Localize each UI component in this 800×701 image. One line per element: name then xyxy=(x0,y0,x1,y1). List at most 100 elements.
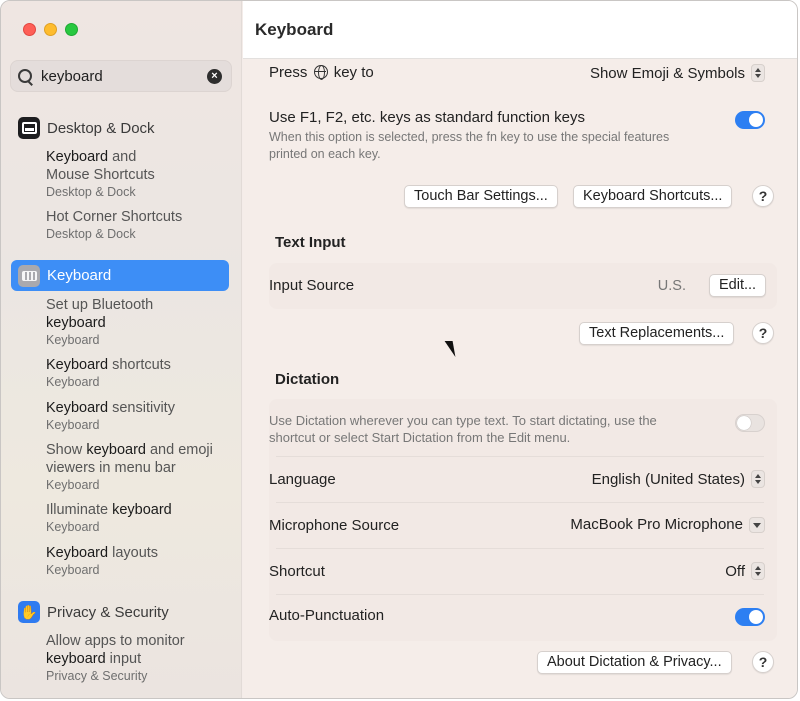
search-field[interactable]: keyboard × xyxy=(10,60,232,92)
page-title: Keyboard xyxy=(255,20,334,39)
dictation-description: Use Dictation wherever you can type text… xyxy=(269,413,657,428)
text-input-heading: Text Input xyxy=(275,234,346,251)
result-highlight: Keyboard xyxy=(46,400,109,416)
language-label: Language xyxy=(269,471,336,488)
keyboard-shortcuts-button[interactable]: Keyboard Shortcuts... xyxy=(573,185,733,208)
keyboard-help-button[interactable]: ? xyxy=(752,185,774,207)
result-subtitle: Desktop & Dock xyxy=(46,227,136,241)
divider xyxy=(276,548,764,549)
window-controls xyxy=(23,23,78,36)
dictation-toggle[interactable] xyxy=(735,414,765,432)
chevron-down-icon xyxy=(749,516,765,533)
result-text: and xyxy=(108,149,137,165)
search-icon xyxy=(18,69,34,85)
input-source-label: Input Source xyxy=(269,277,355,294)
text-replacements-button[interactable]: Text Replacements... xyxy=(579,322,735,345)
press-key-label: Press key to xyxy=(269,64,374,81)
result-highlight: keyboard xyxy=(46,651,106,667)
sidebar-result-hot-corner-shortcuts[interactable]: Hot Corner Shortcuts Desktop & Dock xyxy=(46,208,231,242)
sidebar-result-keyboard-shortcuts[interactable]: Keyboard shortcuts Keyboard xyxy=(46,356,231,390)
result-text: layouts xyxy=(108,545,159,561)
shortcut-value: Off xyxy=(725,562,745,580)
result-subtitle: Keyboard xyxy=(46,520,100,534)
result-subtitle: Keyboard xyxy=(46,478,100,492)
sidebar-result-show-keyboard-emoji-viewers[interactable]: Show keyboard and emoji viewers in menu … xyxy=(46,441,231,493)
up-down-chevron-icon xyxy=(751,562,765,580)
result-highlight: Keyboard xyxy=(46,545,109,561)
press-key-popup[interactable]: Show Emoji & Symbols xyxy=(590,64,765,82)
main-pane: Keyboard Press key to Show Emoji & Symbo… xyxy=(243,1,797,698)
touch-bar-settings-button[interactable]: Touch Bar Settings... xyxy=(404,185,558,208)
result-text-line2: Mouse Shortcuts xyxy=(46,167,155,183)
dictation-heading: Dictation xyxy=(275,371,340,388)
result-highlight: keyboard xyxy=(46,315,106,331)
hand-icon: ✋ xyxy=(18,601,40,623)
zoom-window-button[interactable] xyxy=(65,23,78,36)
sidebar-item-keyboard[interactable]: Keyboard xyxy=(11,260,229,291)
sidebar-result-keyboard-layouts[interactable]: Keyboard layouts Keyboard xyxy=(46,544,231,578)
microphone-row: Microphone Source MacBook Pro Microphone xyxy=(269,516,765,537)
divider xyxy=(276,502,764,503)
sidebar-section-label: Privacy & Security xyxy=(47,603,169,621)
dock-icon xyxy=(18,117,40,139)
result-subtitle: Privacy & Security xyxy=(46,669,148,683)
result-text: and emoji xyxy=(145,442,213,458)
globe-icon xyxy=(313,65,328,80)
result-highlight: keyboard xyxy=(112,502,172,518)
sidebar-result-illuminate-keyboard[interactable]: Illuminate keyboard Keyboard xyxy=(46,501,231,535)
result-text: Show xyxy=(46,442,87,458)
sidebar-result-bluetooth-keyboard[interactable]: Set up Bluetooth keyboard Keyboard xyxy=(46,296,231,348)
shortcut-popup[interactable]: Off xyxy=(725,562,765,580)
divider xyxy=(276,594,764,595)
auto-punctuation-toggle[interactable] xyxy=(735,608,765,626)
result-highlight: Keyboard xyxy=(46,149,109,165)
result-text: Set up Bluetooth xyxy=(46,297,154,313)
result-text: Allow apps to monitor xyxy=(46,633,185,649)
press-key-row: Press key to Show Emoji & Symbols xyxy=(269,64,765,84)
sidebar-result-keyboard-sensitivity[interactable]: Keyboard sensitivity Keyboard xyxy=(46,399,231,433)
clear-circle-icon[interactable]: × xyxy=(207,69,222,84)
about-dictation-privacy-button[interactable]: About Dictation & Privacy... xyxy=(537,651,732,674)
microphone-value: MacBook Pro Microphone xyxy=(570,516,743,533)
press-key-label-post: key to xyxy=(333,64,374,81)
up-down-chevron-icon xyxy=(751,470,765,488)
fn-keys-description: When this option is selected, press the … xyxy=(269,130,670,144)
sidebar-result-monitor-keyboard-input[interactable]: Allow apps to monitor keyboard input Pri… xyxy=(46,632,231,684)
result-highlight: Keyboard xyxy=(46,357,109,373)
minimize-window-button[interactable] xyxy=(44,23,57,36)
divider xyxy=(276,456,764,457)
shortcut-row: Shortcut Off xyxy=(269,562,765,583)
sidebar-item-label: Keyboard xyxy=(47,267,112,284)
result-text: shortcuts xyxy=(108,357,171,373)
auto-punctuation-row: Auto-Punctuation xyxy=(269,607,765,627)
sidebar-section-privacy-security[interactable]: ✋ Privacy & Security xyxy=(18,601,169,623)
input-source-edit-button[interactable]: Edit... xyxy=(709,274,767,297)
result-text: Illuminate xyxy=(46,502,113,518)
result-text-line2: viewers in menu bar xyxy=(46,460,176,476)
input-source-value: U.S. xyxy=(657,278,686,294)
close-window-button[interactable] xyxy=(23,23,36,36)
fn-keys-toggle[interactable] xyxy=(735,111,765,129)
dictation-help-button[interactable]: ? xyxy=(752,651,774,673)
language-popup[interactable]: English (United States) xyxy=(592,470,765,488)
microphone-popup[interactable]: MacBook Pro Microphone xyxy=(570,516,765,533)
up-down-chevron-icon xyxy=(751,64,765,82)
result-highlight: keyboard xyxy=(86,442,146,458)
keyboard-icon xyxy=(18,264,40,287)
sidebar-section-desktop-dock[interactable]: Desktop & Dock xyxy=(18,117,155,139)
fn-keys-description-line2: printed on each key. xyxy=(269,147,381,161)
result-subtitle: Keyboard xyxy=(46,333,100,347)
result-subtitle: Keyboard xyxy=(46,375,100,389)
dictation-description-line2: shortcut or select Start Dictation from … xyxy=(269,430,571,445)
result-text: sensitivity xyxy=(108,400,175,416)
sidebar-result-keyboard-mouse-shortcuts[interactable]: Keyboard and Mouse Shortcuts Desktop & D… xyxy=(46,148,231,200)
result-subtitle: Keyboard xyxy=(46,563,100,577)
text-input-help-button[interactable]: ? xyxy=(752,322,774,344)
search-input[interactable]: keyboard xyxy=(41,68,103,85)
result-text: Hot Corner Shortcuts xyxy=(46,209,183,225)
press-key-label-pre: Press xyxy=(269,64,308,81)
shortcut-label: Shortcut xyxy=(269,563,325,580)
input-source-row: Input Source U.S. xyxy=(269,277,765,297)
settings-window: keyboard × Desktop & Dock Keyboard and M… xyxy=(0,0,798,699)
dictation-enable-row: Use Dictation wherever you can type text… xyxy=(269,412,765,446)
